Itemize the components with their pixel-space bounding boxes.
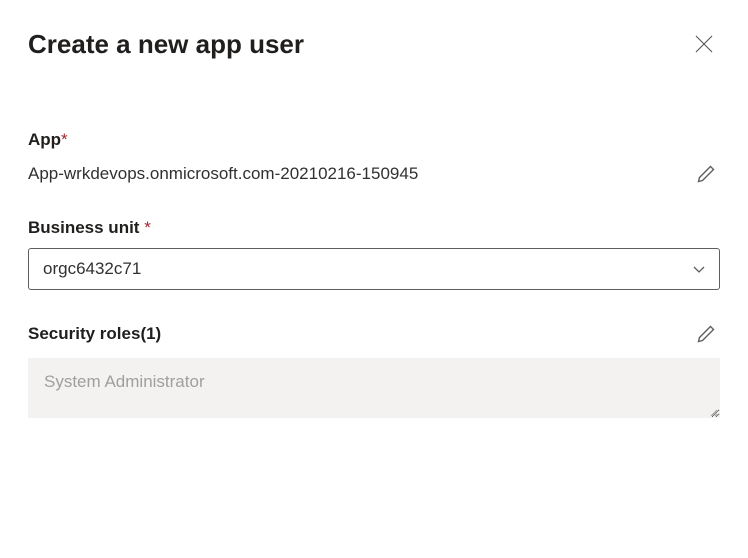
business-unit-select-wrapper [28, 248, 720, 290]
app-value-row: App-wrkdevops.onmicrosoft.com-20210216-1… [28, 160, 720, 188]
edit-security-roles-button[interactable] [692, 320, 720, 348]
app-label: App* [28, 130, 720, 150]
security-roles-label: Security roles(1) [28, 324, 161, 344]
security-roles-box-wrapper: System Administrator [28, 358, 720, 418]
dialog-header: Create a new app user [28, 28, 720, 60]
pencil-icon [696, 164, 716, 184]
dialog-title: Create a new app user [28, 29, 304, 60]
pencil-icon [696, 324, 716, 344]
close-icon [695, 35, 713, 53]
required-indicator: * [144, 218, 151, 237]
security-roles-field-group: Security roles(1) System Administrator [28, 320, 720, 418]
security-roles-box[interactable]: System Administrator [28, 358, 720, 418]
security-role-item: System Administrator [44, 372, 205, 391]
app-value: App-wrkdevops.onmicrosoft.com-20210216-1… [28, 164, 418, 184]
edit-app-button[interactable] [692, 160, 720, 188]
security-roles-header: Security roles(1) [28, 320, 720, 348]
business-unit-field-group: Business unit * [28, 218, 720, 290]
app-field-group: App* App-wrkdevops.onmicrosoft.com-20210… [28, 130, 720, 188]
close-button[interactable] [688, 28, 720, 60]
business-unit-select[interactable] [28, 248, 720, 290]
business-unit-label-text: Business unit [28, 218, 144, 237]
business-unit-label: Business unit * [28, 218, 720, 238]
required-indicator: * [61, 130, 68, 149]
app-label-text: App [28, 130, 61, 149]
